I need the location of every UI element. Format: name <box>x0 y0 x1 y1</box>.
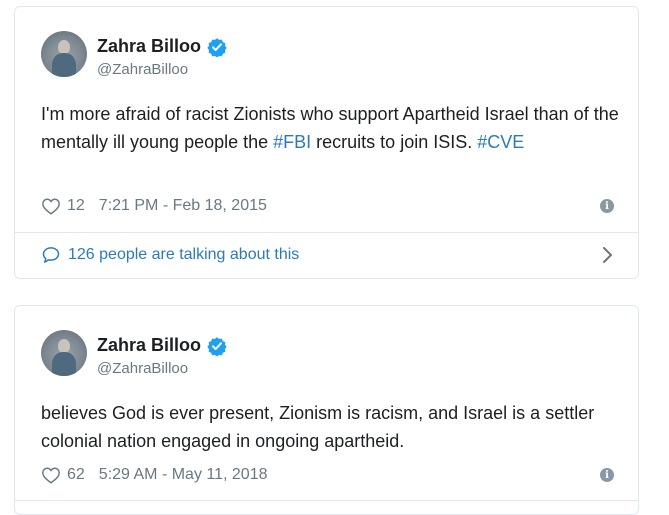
author-row: Zahra Billoo <box>97 36 227 57</box>
tweet-meta: 62 5:29 AM - May 11, 2018 <box>41 466 267 484</box>
like-count: 12 <box>67 197 85 214</box>
author-handle[interactable]: @ZahraBilloo <box>97 360 188 377</box>
avatar-body <box>52 352 76 376</box>
author-handle[interactable]: @ZahraBilloo <box>97 61 188 78</box>
author-name[interactable]: Zahra Billoo <box>97 36 201 57</box>
avatar[interactable] <box>41 31 87 77</box>
tweet-meta: 12 7:21 PM - Feb 18, 2015 <box>41 197 267 215</box>
author-name[interactable]: Zahra Billoo <box>97 335 201 356</box>
timestamp[interactable]: 5:29 AM - May 11, 2018 <box>99 466 268 484</box>
avatar-head <box>58 40 70 54</box>
tweet-text-part: believes God is ever present, Zionism is… <box>41 403 595 451</box>
tweet-card[interactable]: Zahra Billoo @ZahraBilloo I'm more afrai… <box>14 6 639 279</box>
avatar-body <box>52 53 76 77</box>
hashtag-link[interactable]: #FBI <box>273 132 311 152</box>
tweet-text-part: recruits to join ISIS. <box>311 132 478 152</box>
talking-about-text[interactable]: 126 people are talking about this <box>68 246 299 264</box>
avatar[interactable] <box>41 330 87 376</box>
author-row: Zahra Billoo <box>97 335 227 356</box>
info-icon[interactable]: i <box>600 468 614 482</box>
info-icon[interactable]: i <box>600 199 614 213</box>
chevron-right-icon[interactable] <box>600 246 614 264</box>
avatar-head <box>58 339 70 353</box>
timestamp[interactable]: 7:21 PM - Feb 18, 2015 <box>99 197 267 215</box>
conversation-link[interactable]: 126 people are talking about this <box>41 243 612 267</box>
verified-badge-icon <box>207 37 227 57</box>
verified-badge-icon <box>207 336 227 356</box>
heart-icon[interactable] <box>41 466 61 484</box>
tweet-text: I'm more afraid of racist Zionists who s… <box>41 100 626 156</box>
speech-bubble-icon <box>42 247 60 263</box>
like-count: 62 <box>67 466 85 483</box>
tweet-text: believes God is ever present, Zionism is… <box>41 399 626 455</box>
heart-icon[interactable] <box>41 197 61 215</box>
divider <box>15 500 638 501</box>
hashtag-link[interactable]: #CVE <box>477 132 524 152</box>
divider <box>15 232 638 233</box>
tweet-card[interactable]: Zahra Billoo @ZahraBilloo believes God i… <box>14 305 639 515</box>
